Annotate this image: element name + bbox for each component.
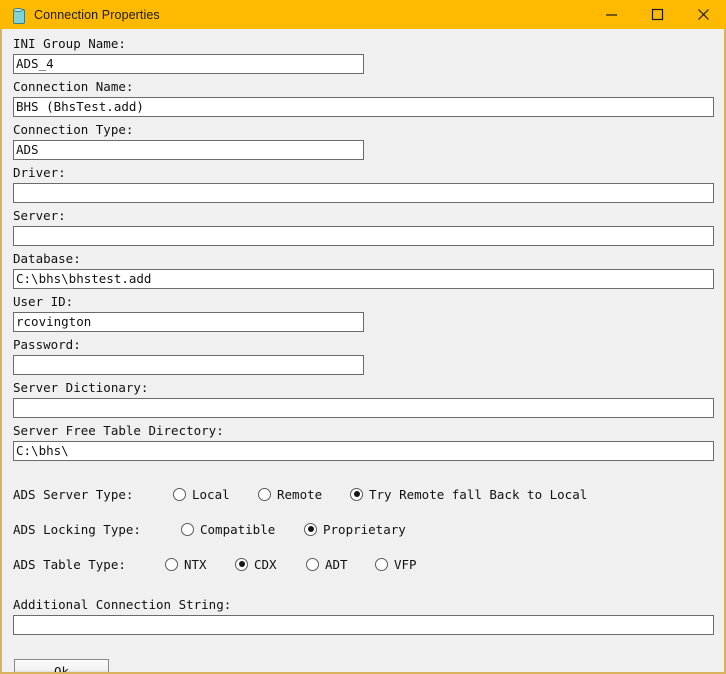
radio-ads-server-type-local[interactable]: Local <box>173 487 258 502</box>
input-user-id[interactable]: rcovington <box>13 312 364 332</box>
field-additional-connection-string: Additional Connection String: <box>13 597 714 635</box>
radio-ads-table-type-ntx[interactable]: NTX <box>165 557 235 572</box>
radio-ads-table-type-adt[interactable]: ADT <box>306 557 375 572</box>
input-connection-name[interactable]: BHS (BhsTest.add) <box>13 97 714 117</box>
radio-ads-server-type-remote[interactable]: Remote <box>258 487 350 502</box>
radio-ads-server-type-try-remote-fall-back-to-local[interactable]: Try Remote fall Back to Local <box>350 487 587 502</box>
radio-label-ntx: NTX <box>184 556 207 572</box>
radio-group-ads-server-type: ADS Server Type: Local Remote Try Remote… <box>13 483 713 505</box>
radio-group-ads-table-type: ADS Table Type: NTX CDX ADT VFP <box>13 553 713 575</box>
label-ads-locking-type: ADS Locking Type: <box>13 521 141 537</box>
label-additional-connection-string: Additional Connection String: <box>13 597 232 612</box>
field-ini-group-name: INI Group Name: ADS_4 <box>13 36 713 74</box>
radio-label-local: Local <box>192 486 230 502</box>
input-database[interactable]: C:\bhs\bhstest.add <box>13 269 714 289</box>
field-server: Server: <box>13 208 714 246</box>
field-password: Password: <box>13 337 713 375</box>
radio-dot-local <box>173 487 186 501</box>
field-connection-type: Connection Type: ADS <box>13 122 713 160</box>
radio-dot-cdx <box>235 557 248 571</box>
window-controls <box>588 0 726 29</box>
connection-form: INI Group Name: ADS_4 Connection Name: B… <box>2 29 724 672</box>
minimize-icon[interactable] <box>588 0 634 29</box>
label-ini-group-name: INI Group Name: <box>13 36 126 51</box>
input-ini-group-name[interactable]: ADS_4 <box>13 54 364 74</box>
radio-ads-table-type-cdx[interactable]: CDX <box>235 557 306 572</box>
label-server-free-table-directory: Server Free Table Directory: <box>13 423 224 438</box>
title-bar: Connection Properties <box>0 0 726 29</box>
radio-label-remote: Remote <box>277 486 323 502</box>
field-database: Database: C:\bhs\bhstest.add <box>13 251 714 289</box>
label-database: Database: <box>13 251 81 266</box>
input-server-dictionary[interactable] <box>13 398 714 418</box>
label-connection-name: Connection Name: <box>13 79 134 94</box>
input-additional-connection-string[interactable] <box>13 615 714 635</box>
label-user-id: User ID: <box>13 294 74 309</box>
input-connection-type[interactable]: ADS <box>13 140 364 160</box>
ok-button[interactable]: Ok <box>14 659 109 672</box>
field-driver: Driver: <box>13 165 714 203</box>
label-ads-server-type: ADS Server Type: <box>13 486 134 502</box>
field-server-free-table-directory: Server Free Table Directory: C:\bhs\ <box>13 423 714 461</box>
radio-dot-adt <box>306 557 319 571</box>
radio-dot-ntx <box>165 557 178 571</box>
database-cylinder-icon <box>10 7 26 24</box>
label-server: Server: <box>13 208 66 223</box>
dialog-client-area: INI Group Name: ADS_4 Connection Name: B… <box>2 29 724 672</box>
label-driver: Driver: <box>13 165 66 180</box>
input-server-free-table-directory[interactable]: C:\bhs\ <box>13 441 714 461</box>
label-server-dictionary: Server Dictionary: <box>13 380 149 395</box>
radio-dot-compatible <box>181 522 194 536</box>
radio-dot-vfp <box>375 557 388 571</box>
field-server-dictionary: Server Dictionary: <box>13 380 714 418</box>
radio-label-proprietary: Proprietary <box>323 521 406 537</box>
field-connection-name: Connection Name: BHS (BhsTest.add) <box>13 79 714 117</box>
radio-dot-try-remote-fall-back-to-local <box>350 487 363 501</box>
radio-ads-table-type-vfp[interactable]: VFP <box>375 557 417 572</box>
radio-label-try-remote-fall-back-to-local: Try Remote fall Back to Local <box>369 486 588 502</box>
window-title: Connection Properties <box>34 7 160 22</box>
input-driver[interactable] <box>13 183 714 203</box>
label-ads-table-type: ADS Table Type: <box>13 556 126 572</box>
connection-properties-window: Connection Properties INI Group Name: AD… <box>0 0 726 674</box>
radio-label-vfp: VFP <box>394 556 417 572</box>
close-icon[interactable] <box>680 0 726 29</box>
input-server[interactable] <box>13 226 714 246</box>
field-user-id: User ID: rcovington <box>13 294 713 332</box>
radio-group-ads-locking-type: ADS Locking Type: Compatible Proprietary <box>13 518 713 540</box>
radio-dot-remote <box>258 487 271 501</box>
button-bar: Ok <box>13 659 713 672</box>
radio-label-compatible: Compatible <box>200 521 276 537</box>
radio-ads-locking-type-proprietary[interactable]: Proprietary <box>304 522 406 537</box>
label-password: Password: <box>13 337 81 352</box>
radio-dot-proprietary <box>304 522 317 536</box>
maximize-icon[interactable] <box>634 0 680 29</box>
radio-label-cdx: CDX <box>254 556 277 572</box>
input-password[interactable] <box>13 355 364 375</box>
radio-ads-locking-type-compatible[interactable]: Compatible <box>181 522 304 537</box>
label-connection-type: Connection Type: <box>13 122 134 137</box>
radio-label-adt: ADT <box>325 556 348 572</box>
